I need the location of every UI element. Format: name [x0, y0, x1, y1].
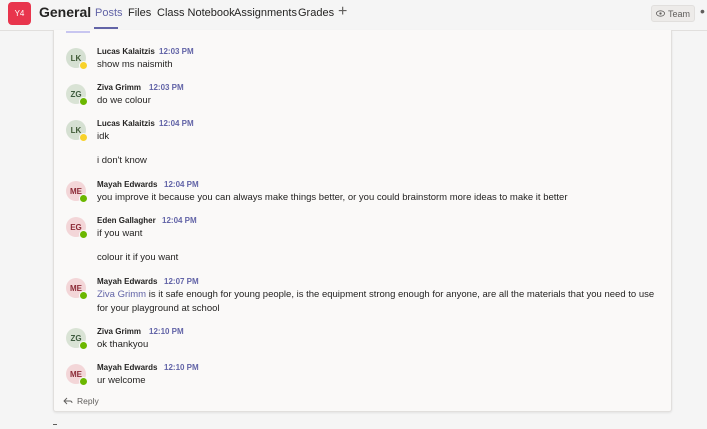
message-timestamp: 12:04 PM [162, 216, 197, 225]
channel-header: Y4 General Posts Files Class Notebook As… [0, 0, 707, 31]
message-timestamp: 12:10 PM [149, 327, 184, 336]
presence-away-icon [79, 133, 88, 142]
avatar[interactable]: ME [66, 278, 88, 300]
tab-class-notebook[interactable]: Class Notebook [157, 7, 235, 19]
presence-online-icon [79, 97, 88, 106]
avatar[interactable]: LK [66, 120, 88, 142]
avatar[interactable]: ME [66, 181, 88, 203]
tab-grades[interactable]: Grades [298, 7, 334, 19]
message-text-segment: is it safe enough for young people, is t… [146, 289, 655, 300]
more-options-icon[interactable]: • [700, 3, 705, 19]
message-timestamp: 12:03 PM [149, 83, 184, 92]
tab-files[interactable]: Files [128, 7, 151, 19]
message-text: you improve it because you can always ma… [97, 192, 568, 203]
message-text: idk [97, 131, 110, 142]
avatar[interactable]: EG [66, 217, 88, 239]
message-author[interactable]: Mayah Edwards [97, 180, 157, 189]
plus-icon[interactable]: + [338, 3, 347, 21]
message-text: ur welcome [97, 375, 146, 386]
collapsed-replies-indicator[interactable] [66, 31, 90, 33]
avatar[interactable]: ZG [66, 328, 88, 350]
tab-assignments[interactable]: Assignments [234, 7, 297, 19]
presence-online-icon [79, 291, 88, 300]
team-avatar[interactable]: Y4 [8, 2, 31, 25]
message-author[interactable]: Mayah Edwards [97, 277, 157, 286]
message-timestamp: 12:07 PM [164, 277, 199, 286]
divider [53, 424, 57, 425]
message-author[interactable]: Eden Gallagher [97, 216, 156, 225]
message-text: for your playground at school [97, 303, 220, 314]
team-button-label: Team [667, 8, 690, 19]
reply-button[interactable]: Reply [63, 396, 99, 406]
message-text: Ziva Grimm is it safe enough for young p… [97, 289, 654, 300]
channel-title: General [39, 4, 92, 20]
avatar[interactable]: ZG [66, 84, 88, 106]
message-text: i don't know [97, 155, 147, 166]
user-mention[interactable]: Ziva Grimm [97, 289, 146, 300]
message-text: show ms naismith [97, 59, 173, 70]
message-timestamp: 12:04 PM [164, 180, 199, 189]
message-text: ok thankyou [97, 339, 149, 350]
tab-posts[interactable]: Posts [95, 7, 123, 19]
footer-area [0, 417, 707, 429]
reply-arrow-icon [63, 397, 73, 405]
message-author[interactable]: Mayah Edwards [97, 363, 157, 372]
message-text: colour it if you want [97, 252, 179, 263]
message-author[interactable]: Ziva Grimm [97, 327, 141, 336]
message-text: do we colour [97, 95, 151, 106]
message-author[interactable]: Lucas Kalaitzis [97, 119, 155, 128]
presence-online-icon [79, 341, 88, 350]
message-author[interactable]: Lucas Kalaitzis [97, 47, 155, 56]
presence-online-icon [79, 377, 88, 386]
team-button[interactable]: Team [651, 5, 695, 22]
presence-online-icon [79, 230, 88, 239]
reply-label: Reply [77, 396, 99, 406]
message-author[interactable]: Ziva Grimm [97, 83, 141, 92]
avatar[interactable]: ME [66, 364, 88, 386]
message-timestamp: 12:03 PM [159, 47, 194, 56]
message-text: if you want [97, 228, 143, 239]
presence-online-icon [79, 194, 88, 203]
eye-icon [656, 10, 665, 17]
active-tab-indicator [94, 27, 118, 29]
presence-away-icon [79, 61, 88, 70]
message-timestamp: 12:04 PM [159, 119, 194, 128]
avatar[interactable]: LK [66, 48, 88, 70]
message-timestamp: 12:10 PM [164, 363, 199, 372]
